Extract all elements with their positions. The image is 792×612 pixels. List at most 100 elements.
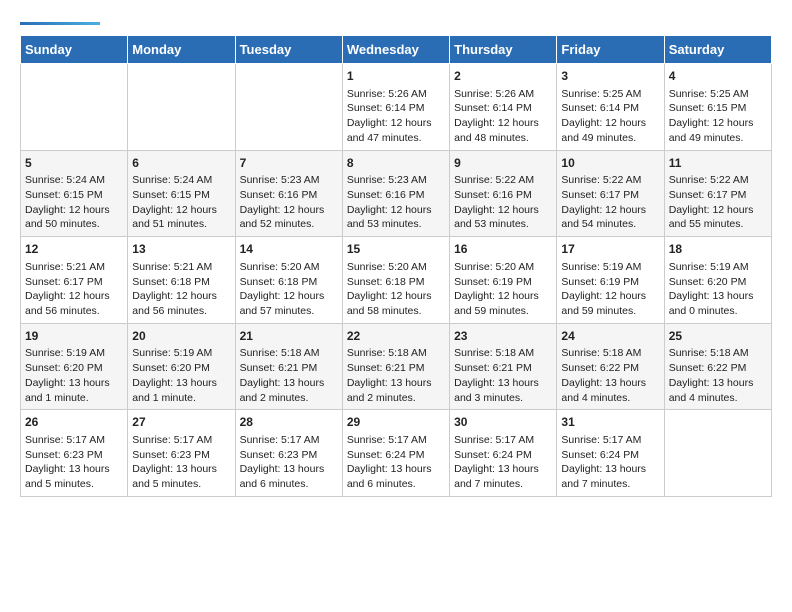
- daylight-text: Daylight: 12 hours and 54 minutes.: [561, 204, 646, 231]
- calendar-cell: 8Sunrise: 5:23 AMSunset: 6:16 PMDaylight…: [342, 150, 449, 237]
- sunrise-text: Sunrise: 5:25 AM: [561, 88, 641, 100]
- sunset-text: Sunset: 6:17 PM: [669, 189, 747, 201]
- calendar-body: 1Sunrise: 5:26 AMSunset: 6:14 PMDaylight…: [21, 64, 772, 497]
- day-number: 13: [132, 241, 230, 258]
- day-number: 11: [669, 155, 767, 172]
- weekday-header-wednesday: Wednesday: [342, 36, 449, 64]
- sunset-text: Sunset: 6:14 PM: [561, 102, 639, 114]
- calendar-cell: 4Sunrise: 5:25 AMSunset: 6:15 PMDaylight…: [664, 64, 771, 151]
- day-number: 2: [454, 68, 552, 85]
- daylight-text: Daylight: 13 hours and 7 minutes.: [454, 463, 539, 490]
- daylight-text: Daylight: 13 hours and 5 minutes.: [25, 463, 110, 490]
- sunset-text: Sunset: 6:17 PM: [561, 189, 639, 201]
- sunset-text: Sunset: 6:16 PM: [454, 189, 532, 201]
- calendar-cell: 31 Sunrise: 5:17 AM Sunset: 6:24 PM Dayligh…: [557, 410, 664, 497]
- daylight-text: Daylight: 13 hours and 7 minutes.: [561, 463, 646, 490]
- sunset-text: Sunset: 6:17 PM: [25, 276, 103, 288]
- sunset-text: Sunset: 6:15 PM: [132, 189, 210, 201]
- sunrise-text: Sunrise: 5:17 AM: [132, 434, 212, 446]
- week-row-5: 26 Sunrise: 5:17 AM Sunset: 6:23 PM Dayligh…: [21, 410, 772, 497]
- sunset-text: Sunset: 6:15 PM: [25, 189, 103, 201]
- week-row-1: 1Sunrise: 5:26 AMSunset: 6:14 PMDaylight…: [21, 64, 772, 151]
- day-number: 6: [132, 155, 230, 172]
- calendar-cell: [21, 64, 128, 151]
- calendar-cell: 7Sunrise: 5:23 AMSunset: 6:16 PMDaylight…: [235, 150, 342, 237]
- day-number: 31: [561, 414, 659, 431]
- calendar-cell: 18Sunrise: 5:19 AMSunset: 6:20 PMDayligh…: [664, 237, 771, 324]
- daylight-text: Daylight: 13 hours and 1 minute.: [132, 377, 217, 404]
- sunrise-text: Sunrise: 5:24 AM: [25, 174, 105, 186]
- sunset-text: Sunset: 6:22 PM: [669, 362, 747, 374]
- calendar-cell: 29Sunrise: 5:17 AMSunset: 6:24 PMDayligh…: [342, 410, 449, 497]
- page-header: [20, 20, 772, 25]
- calendar-cell: 28Sunrise: 5:17 AMSunset: 6:23 PMDayligh…: [235, 410, 342, 497]
- sunrise-text: Sunrise: 5:20 AM: [454, 261, 534, 273]
- day-number: 12: [25, 241, 123, 258]
- calendar-cell: 25Sunrise: 5:18 AMSunset: 6:22 PMDayligh…: [664, 323, 771, 410]
- daylight-text: Daylight: 12 hours and 53 minutes.: [454, 204, 539, 231]
- daylight-text: Daylight: 12 hours and 59 minutes.: [561, 290, 646, 317]
- day-number: 26: [25, 414, 123, 431]
- daylight-text: Daylight: 13 hours and 5 minutes.: [132, 463, 217, 490]
- sunset-text: Sunset: 6:24 PM: [561, 449, 639, 461]
- sunrise-text: Sunrise: 5:21 AM: [25, 261, 105, 273]
- weekday-header-monday: Monday: [128, 36, 235, 64]
- sunrise-text: Sunrise: 5:17 AM: [25, 434, 105, 446]
- sunset-text: Sunset: 6:19 PM: [561, 276, 639, 288]
- logo-line: [20, 22, 100, 25]
- calendar-cell: [235, 64, 342, 151]
- sunset-text: Sunset: 6:21 PM: [240, 362, 318, 374]
- daylight-text: Daylight: 12 hours and 57 minutes.: [240, 290, 325, 317]
- daylight-text: Daylight: 12 hours and 53 minutes.: [347, 204, 432, 231]
- day-number: 16: [454, 241, 552, 258]
- day-number: 9: [454, 155, 552, 172]
- day-number: 17: [561, 241, 659, 258]
- daylight-text: Daylight: 12 hours and 49 minutes.: [669, 117, 754, 144]
- week-row-3: 12 Sunrise: 5:21 AM Sunset: 6:17 PM Dayligh…: [21, 237, 772, 324]
- day-number: 1: [347, 68, 445, 85]
- sunset-text: Sunset: 6:21 PM: [347, 362, 425, 374]
- sunrise-text: Sunrise: 5:17 AM: [561, 434, 641, 446]
- calendar-cell: 11Sunrise: 5:22 AMSunset: 6:17 PMDayligh…: [664, 150, 771, 237]
- day-number: 28: [240, 414, 338, 431]
- daylight-text: Daylight: 12 hours and 59 minutes.: [454, 290, 539, 317]
- sunset-text: Sunset: 6:23 PM: [25, 449, 103, 461]
- calendar-cell: 24Sunrise: 5:18 AMSunset: 6:22 PMDayligh…: [557, 323, 664, 410]
- sunset-text: Sunset: 6:19 PM: [454, 276, 532, 288]
- week-row-2: 5 Sunrise: 5:24 AM Sunset: 6:15 PM Daylight…: [21, 150, 772, 237]
- day-number: 5: [25, 155, 123, 172]
- day-number: 21: [240, 328, 338, 345]
- calendar-cell: 19Sunrise: 5:19 AMSunset: 6:20 PMDayligh…: [21, 323, 128, 410]
- daylight-text: Daylight: 12 hours and 58 minutes.: [347, 290, 432, 317]
- day-number: 3: [561, 68, 659, 85]
- sunset-text: Sunset: 6:22 PM: [561, 362, 639, 374]
- sunset-text: Sunset: 6:15 PM: [669, 102, 747, 114]
- day-number: 24: [561, 328, 659, 345]
- weekday-header-row: SundayMondayTuesdayWednesdayThursdayFrid…: [21, 36, 772, 64]
- sunrise-text: Sunrise: 5:22 AM: [669, 174, 749, 186]
- daylight-text: Daylight: 13 hours and 3 minutes.: [454, 377, 539, 404]
- daylight-text: Daylight: 13 hours and 6 minutes.: [347, 463, 432, 490]
- sunrise-text: Sunrise: 5:17 AM: [240, 434, 320, 446]
- day-number: 20: [132, 328, 230, 345]
- calendar-cell: 6Sunrise: 5:24 AMSunset: 6:15 PMDaylight…: [128, 150, 235, 237]
- daylight-text: Daylight: 12 hours and 52 minutes.: [240, 204, 325, 231]
- calendar-cell: [664, 410, 771, 497]
- day-number: 25: [669, 328, 767, 345]
- day-number: 30: [454, 414, 552, 431]
- sunrise-text: Sunrise: 5:19 AM: [669, 261, 749, 273]
- weekday-header-friday: Friday: [557, 36, 664, 64]
- day-number: 4: [669, 68, 767, 85]
- sunrise-text: Sunrise: 5:17 AM: [347, 434, 427, 446]
- daylight-text: Daylight: 13 hours and 1 minute.: [25, 377, 110, 404]
- calendar-cell: 12Sunrise: 5:21 AMSunset: 6:17 PMDayligh…: [21, 237, 128, 324]
- sunset-text: Sunset: 6:18 PM: [132, 276, 210, 288]
- calendar-cell: 1Sunrise: 5:26 AMSunset: 6:14 PMDaylight…: [342, 64, 449, 151]
- calendar-cell: 3Sunrise: 5:25 AMSunset: 6:14 PMDaylight…: [557, 64, 664, 151]
- week-row-4: 19Sunrise: 5:19 AMSunset: 6:20 PMDayligh…: [21, 323, 772, 410]
- calendar-cell: 16 Sunrise: 5:20 AM Sunset: 6:19 PM Dayligh…: [450, 237, 557, 324]
- calendar-cell: 26 Sunrise: 5:17 AM Sunset: 6:23 PM Dayligh…: [21, 410, 128, 497]
- day-number: 14: [240, 241, 338, 258]
- logo: [20, 20, 100, 25]
- sunset-text: Sunset: 6:24 PM: [454, 449, 532, 461]
